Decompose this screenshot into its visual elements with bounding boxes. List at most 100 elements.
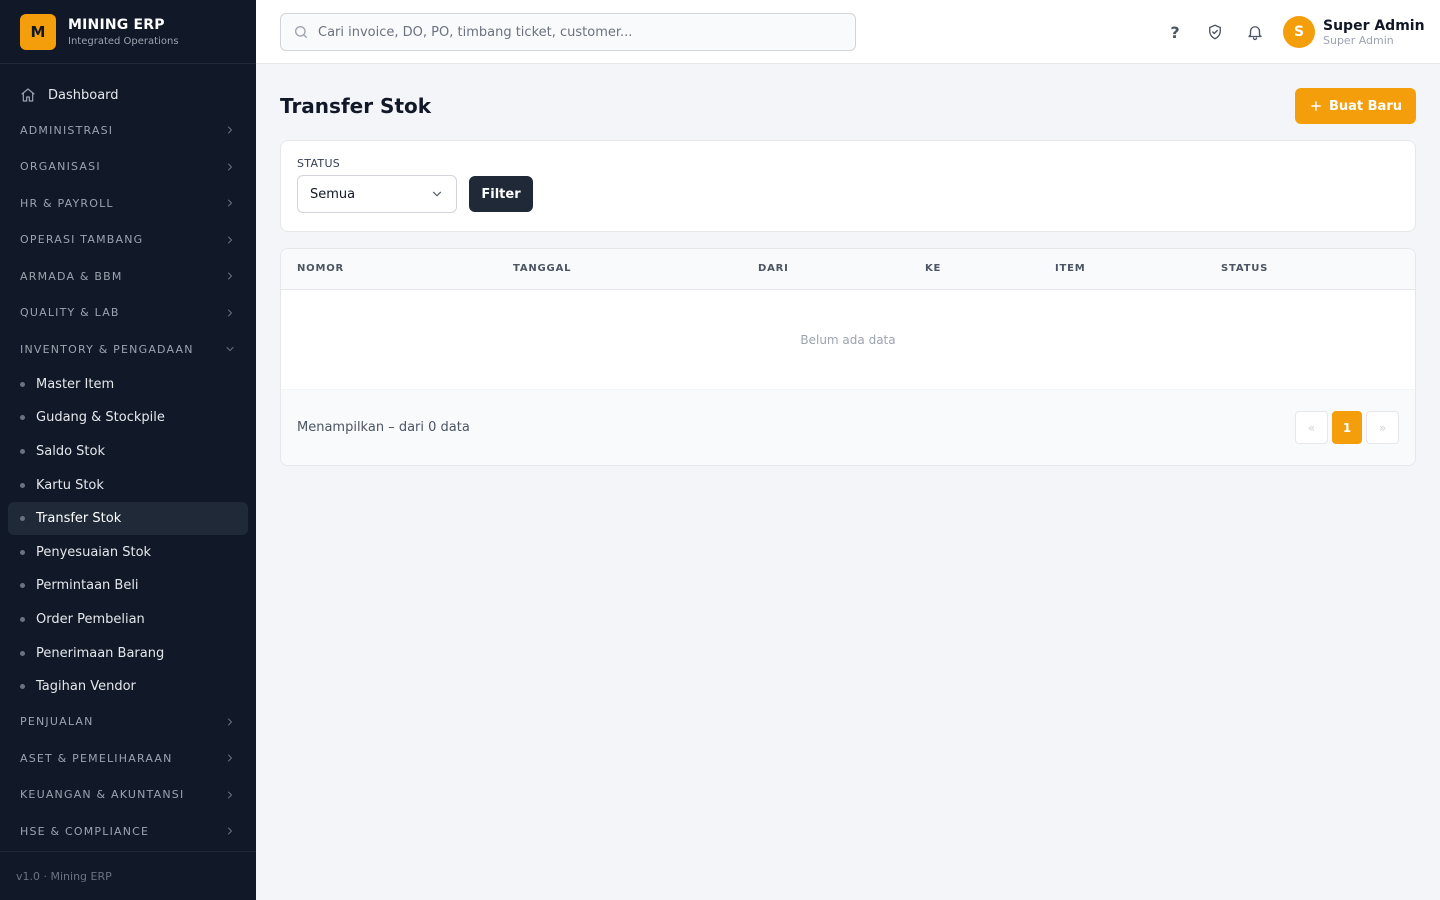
sidebar-item-label: Saldo Stok (36, 443, 105, 459)
sidebar-group-label: ADMINISTRASI (20, 123, 114, 137)
sidebar-item-penerimaan-barang[interactable]: Penerimaan Barang (8, 636, 248, 670)
search-icon (293, 24, 309, 40)
column-header-ke[interactable]: KE (925, 263, 941, 274)
sidebar-item-label: Transfer Stok (36, 511, 122, 527)
user-role: Super Admin (1323, 33, 1394, 47)
page-button-current[interactable]: 1 (1332, 411, 1362, 444)
sidebar-item-tagihan-vendor[interactable]: Tagihan Vendor (8, 670, 248, 704)
global-search[interactable] (280, 13, 856, 51)
sidebar-group-inventory-pengadaan[interactable]: INVENTORY & PENGADAAN (0, 331, 256, 368)
brand-name: MINING ERP (68, 16, 165, 33)
table-footer: Menampilkan – dari 0 data « 1 » (281, 390, 1415, 465)
column-header-status[interactable]: STATUS (1221, 263, 1268, 274)
chevron-right-icon (224, 716, 236, 728)
question-icon[interactable]: ? (1165, 22, 1185, 42)
status-filter-label: STATUS (297, 157, 341, 170)
bullet-icon (20, 549, 25, 555)
brand-logo: M (20, 13, 56, 50)
user-menu[interactable]: S Super Admin Super Admin (1283, 16, 1425, 48)
sidebar-item-dashboard[interactable]: Dashboard (8, 78, 248, 112)
bullet-icon (20, 415, 25, 421)
bullet-icon (20, 583, 25, 589)
sidebar-item-transfer-stok[interactable]: Transfer Stok (8, 501, 248, 536)
column-header-item[interactable]: ITEM (1055, 263, 1086, 274)
transfer-table: NOMOR TANGGAL DARI KE ITEM STATUS Belum … (280, 248, 1416, 466)
next-page-button[interactable]: » (1366, 411, 1399, 444)
sidebar-item-label: Order Pembelian (36, 611, 145, 627)
bullet-icon (20, 516, 25, 522)
sidebar-group-label: HSE & COMPLIANCE (20, 824, 150, 838)
sidebar-item-label: Kartu Stok (36, 477, 104, 493)
chevron-right-icon (224, 825, 236, 837)
sidebar-group-label: KEUANGAN & AKUNTANSI (20, 788, 185, 802)
sidebar-item-label: Master Item (36, 376, 115, 392)
topbar: ? S Super Admin Super Admin (256, 0, 1440, 64)
brand[interactable]: M MINING ERP Integrated Operations (0, 0, 256, 64)
sidebar-item-penyesuaian-stok[interactable]: Penyesuaian Stok (8, 535, 248, 569)
bullet-icon (20, 616, 25, 622)
sidebar-group-label: PENJUALAN (20, 715, 94, 729)
pagination-summary: Menampilkan – dari 0 data (297, 420, 470, 435)
prev-page-button[interactable]: « (1295, 411, 1328, 444)
bullet-icon (20, 684, 25, 690)
sidebar-group-label: OPERASI TAMBANG (20, 233, 144, 247)
chevron-down-icon (224, 343, 236, 355)
column-header-tanggal[interactable]: TANGGAL (513, 263, 571, 274)
sidebar-item-permintaan-beli[interactable]: Permintaan Beli (8, 569, 248, 603)
sidebar-item-saldo-stok[interactable]: Saldo Stok (8, 435, 248, 469)
brand-subtitle: Integrated Operations (68, 35, 179, 47)
column-header-nomor[interactable]: NOMOR (297, 263, 344, 274)
main-content: Transfer Stok Buat Baru STATUS Semua Fil… (280, 88, 1416, 466)
sidebar-item-order-pembelian[interactable]: Order Pembelian (8, 603, 248, 637)
chevron-right-icon (224, 197, 236, 209)
sidebar-item-master-item[interactable]: Master Item (8, 368, 248, 402)
sidebar-group-operasi-tambang[interactable]: OPERASI TAMBANG (0, 222, 256, 259)
table-header: NOMOR TANGGAL DARI KE ITEM STATUS (281, 249, 1415, 290)
sidebar-group-organisasi[interactable]: ORGANISASI (0, 149, 256, 186)
filter-button[interactable]: Filter (469, 176, 533, 212)
sidebar-item-gudang-stockpile[interactable]: Gudang & Stockpile (8, 401, 248, 435)
sidebar-group-label: ORGANISASI (20, 160, 101, 174)
chevron-right-icon (224, 234, 236, 246)
search-input[interactable] (318, 24, 838, 40)
sidebar-group-keuangan-akuntansi[interactable]: KEUANGAN & AKUNTANSI (0, 776, 256, 813)
sidebar-group-label: INVENTORY & PENGADAAN (20, 342, 194, 356)
sidebar-group-administrasi[interactable]: ADMINISTRASI (0, 112, 256, 149)
bullet-icon (20, 650, 25, 656)
sidebar-nav: Dashboard ADMINISTRASI ORGANISASI HR & PAY… (0, 64, 256, 849)
sidebar-item-kartu-stok[interactable]: Kartu Stok (8, 468, 248, 502)
sidebar-group-label: QUALITY & LAB (20, 306, 120, 320)
column-header-dari[interactable]: DARI (758, 263, 789, 274)
shield-check-icon[interactable] (1205, 22, 1225, 42)
chevron-right-icon (224, 789, 236, 801)
sidebar-group-aset-pemeliharaan[interactable]: ASET & PEMELIHARAAN (0, 740, 256, 777)
sidebar-group-hse-compliance[interactable]: HSE & COMPLIANCE (0, 813, 256, 850)
bell-icon[interactable] (1245, 22, 1265, 42)
sidebar-group-armada-bbm[interactable]: ARMADA & BBM (0, 258, 256, 295)
home-icon (20, 87, 36, 103)
filter-panel: STATUS Semua Filter (280, 140, 1416, 232)
chevron-right-icon (224, 270, 236, 282)
bullet-icon (20, 381, 25, 387)
sidebar-item-label: Tagihan Vendor (36, 679, 136, 695)
sidebar-item-label: Gudang & Stockpile (36, 410, 165, 426)
sidebar-group-hr-payroll[interactable]: HR & PAYROLL (0, 185, 256, 222)
page-title: Transfer Stok (280, 94, 432, 118)
sidebar-group-label: ARMADA & BBM (20, 269, 123, 283)
chevron-down-icon (430, 187, 444, 201)
sidebar-item-label: Dashboard (48, 87, 119, 103)
chevron-right-icon (224, 161, 236, 173)
status-select[interactable]: Semua (297, 175, 457, 213)
bullet-icon (20, 482, 25, 488)
sidebar-group-quality-lab[interactable]: QUALITY & LAB (0, 295, 256, 332)
status-select-value: Semua (310, 186, 356, 202)
sidebar-item-label: Permintaan Beli (36, 578, 139, 594)
create-new-button[interactable]: Buat Baru (1294, 88, 1416, 124)
avatar: S (1283, 16, 1315, 48)
topbar-actions: ? (1165, 22, 1265, 42)
sidebar-item-label: Penerimaan Barang (36, 645, 165, 661)
sidebar-group-penjualan[interactable]: PENJUALAN (0, 703, 256, 740)
sidebar-item-label: Penyesuaian Stok (36, 544, 152, 560)
bullet-icon (20, 448, 25, 454)
sidebar-group-label: ASET & PEMELIHARAAN (20, 751, 173, 765)
